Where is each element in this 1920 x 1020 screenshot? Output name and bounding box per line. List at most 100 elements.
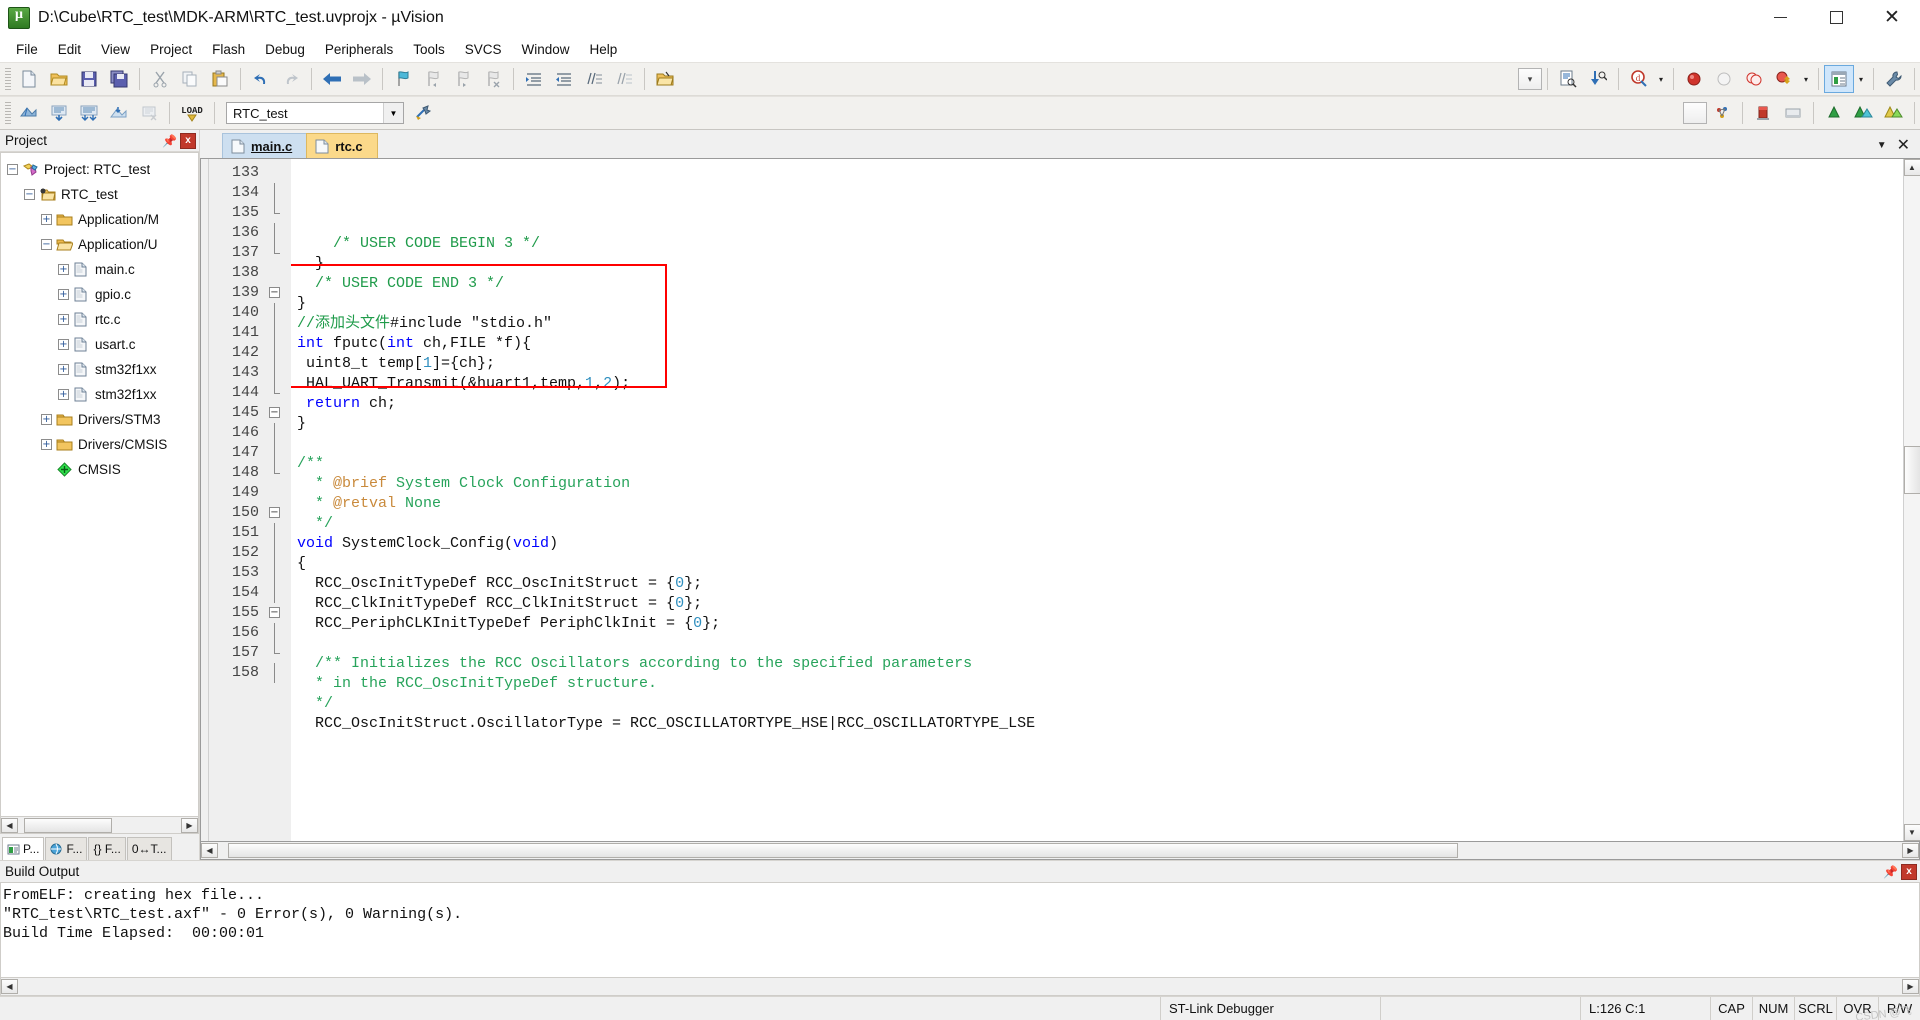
code-line[interactable]: RCC_OscInitTypeDef RCC_OscInitStruct = {…: [291, 574, 1903, 594]
code-line[interactable]: }: [291, 254, 1903, 274]
expand-icon[interactable]: +: [41, 414, 52, 425]
paste-icon[interactable]: [205, 65, 235, 93]
multi-project-icon[interactable]: [1707, 99, 1737, 127]
fold-marker[interactable]: [265, 563, 291, 583]
fold-marker[interactable]: −: [265, 503, 291, 523]
scroll-down-icon[interactable]: ▼: [1903, 824, 1920, 841]
expand-icon[interactable]: +: [58, 289, 69, 300]
build-icon[interactable]: [44, 99, 74, 127]
tree-item-drivers-stm3[interactable]: + Drivers/STM3: [1, 407, 198, 432]
scroll-right-icon[interactable]: ▶: [1902, 979, 1919, 994]
analysis-combo[interactable]: [1683, 102, 1707, 124]
fold-marker[interactable]: [265, 343, 291, 363]
tab-project[interactable]: P...: [2, 837, 45, 860]
scroll-right-icon[interactable]: ▶: [181, 817, 198, 833]
project-tree-hscrollbar[interactable]: ◀ ▶: [0, 817, 199, 834]
fold-marker[interactable]: [265, 243, 291, 263]
fold-marker[interactable]: [265, 463, 291, 483]
code-line[interactable]: {: [291, 554, 1903, 574]
translate-icon[interactable]: [14, 99, 44, 127]
open-folder-icon[interactable]: [650, 65, 680, 93]
fold-marker[interactable]: [265, 363, 291, 383]
project-tree[interactable]: − Project: RTC_test − RTC_test + Application/…: [0, 152, 199, 817]
bookmark-next-icon[interactable]: [448, 65, 478, 93]
tree-item-project-rtc-test[interactable]: − Project: RTC_test: [1, 157, 198, 182]
close-icon[interactable]: ✕: [1897, 135, 1910, 155]
expand-icon[interactable]: +: [58, 264, 69, 275]
code-editor[interactable]: 133 134 135 136 137 138 139 140 141 142 143 144 145 1…: [200, 158, 1920, 842]
code-line[interactable]: [291, 214, 1903, 234]
code-line[interactable]: */: [291, 514, 1903, 534]
save-icon[interactable]: [74, 65, 104, 93]
toolbar-grip[interactable]: [5, 68, 11, 90]
tree-item-application-u[interactable]: − Application/U: [1, 232, 198, 257]
tab-templates[interactable]: 0↔T...: [126, 837, 172, 860]
bookmark-clear-icon[interactable]: [478, 65, 508, 93]
comment-icon[interactable]: [579, 65, 609, 93]
fold-marker[interactable]: −: [265, 283, 291, 303]
fold-marker[interactable]: [265, 583, 291, 603]
code-line[interactable]: [291, 434, 1903, 454]
menu-help[interactable]: Help: [580, 39, 628, 60]
browse-symbol-icon[interactable]: d: [1624, 65, 1654, 93]
find-in-files-icon[interactable]: [1553, 65, 1583, 93]
tree-item-stm32f1xx[interactable]: + stm32f1xx: [1, 357, 198, 382]
close-icon[interactable]: x: [1901, 863, 1917, 880]
menu-edit[interactable]: Edit: [48, 39, 91, 60]
debug-green-icon[interactable]: [1819, 99, 1849, 127]
batch-build-icon[interactable]: [104, 99, 134, 127]
menu-peripherals[interactable]: Peripherals: [315, 39, 403, 60]
tree-item-drivers-cmsis[interactable]: + Drivers/CMSIS: [1, 432, 198, 457]
fold-marker[interactable]: [265, 523, 291, 543]
scroll-left-icon[interactable]: ◀: [201, 843, 218, 858]
code-line[interactable]: RCC_OscInitStruct.OscillatorType = RCC_O…: [291, 714, 1903, 734]
kill-all-breakpoints-icon[interactable]: [1769, 65, 1799, 93]
tree-item-rtc-c[interactable]: + rtc.c: [1, 307, 198, 332]
tree-item-stm32f1xx[interactable]: + stm32f1xx: [1, 382, 198, 407]
code-line[interactable]: //添加头文件#include "stdio.h": [291, 314, 1903, 334]
kill-breakpoint-icon[interactable]: [1709, 65, 1739, 93]
editor-vscrollbar[interactable]: ▲ ▼: [1903, 159, 1920, 841]
stop-build-icon[interactable]: [134, 99, 164, 127]
tree-item-rtc-test[interactable]: − RTC_test: [1, 182, 198, 207]
menu-debug[interactable]: Debug: [255, 39, 315, 60]
maximize-button[interactable]: [1808, 0, 1864, 36]
expand-icon[interactable]: +: [58, 389, 69, 400]
tree-item-gpio-c[interactable]: + gpio.c: [1, 282, 198, 307]
analysis-icon[interactable]: [1849, 99, 1879, 127]
code-line[interactable]: int fputc(int ch,FILE *f){: [291, 334, 1903, 354]
fold-marker[interactable]: [265, 623, 291, 643]
tab-books[interactable]: F...: [45, 837, 88, 860]
save-all-icon[interactable]: [104, 65, 134, 93]
hscroll-thumb[interactable]: [24, 817, 112, 833]
fold-marker[interactable]: −: [265, 403, 291, 423]
pin-icon[interactable]: 📌: [162, 133, 177, 148]
menu-view[interactable]: View: [91, 39, 140, 60]
fold-marker[interactable]: [265, 443, 291, 463]
code-line[interactable]: void SystemClock_Config(void): [291, 534, 1903, 554]
fold-column[interactable]: − − − −: [265, 159, 291, 841]
menu-svcs[interactable]: SVCS: [455, 39, 512, 60]
undo-icon[interactable]: [246, 65, 276, 93]
editor-hscrollbar[interactable]: ◀ ▶: [200, 842, 1920, 860]
code-line[interactable]: */: [291, 694, 1903, 714]
expand-icon[interactable]: +: [58, 339, 69, 350]
fold-marker[interactable]: [265, 663, 291, 683]
editor-tab-main-c[interactable]: main.c: [222, 133, 308, 158]
code-line[interactable]: * @retval None: [291, 494, 1903, 514]
fold-marker[interactable]: [265, 383, 291, 403]
performance-icon[interactable]: [1879, 99, 1909, 127]
tab-functions[interactable]: {} F...: [88, 837, 126, 860]
fold-marker[interactable]: [265, 303, 291, 323]
copy-icon[interactable]: [175, 65, 205, 93]
code-line[interactable]: }: [291, 294, 1903, 314]
code-text[interactable]: /* USER CODE BEGIN 3 */ } /* USER CODE E…: [291, 159, 1903, 841]
collapse-icon[interactable]: −: [7, 164, 18, 175]
fold-marker[interactable]: [265, 263, 291, 283]
minimize-button[interactable]: [1752, 0, 1808, 36]
close-button[interactable]: ✕: [1864, 0, 1920, 36]
code-line[interactable]: /* USER CODE END 3 */: [291, 274, 1903, 294]
expand-icon[interactable]: +: [41, 214, 52, 225]
scroll-right-icon[interactable]: ▶: [1902, 843, 1919, 858]
load-icon[interactable]: LOAD: [175, 99, 209, 127]
